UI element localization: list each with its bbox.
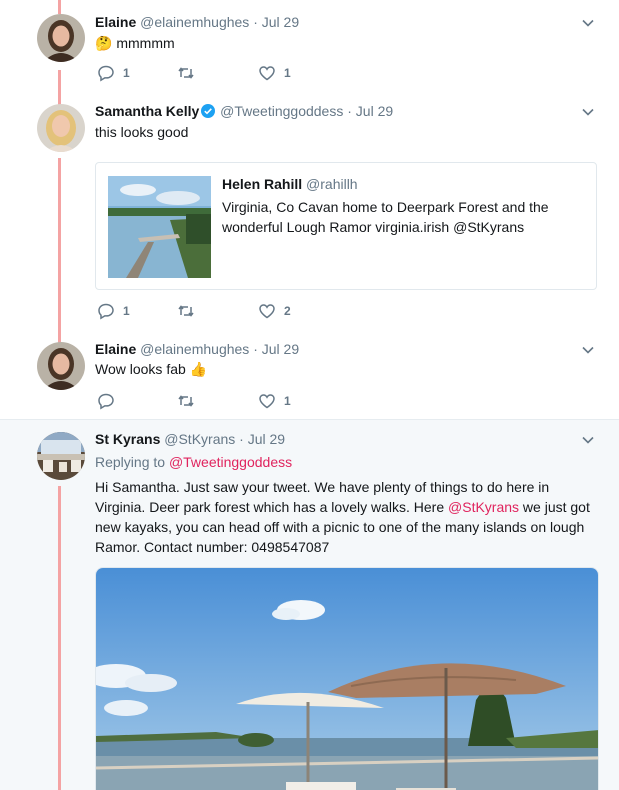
replying-to-handle[interactable]: @Tweetinggoddess — [169, 454, 292, 470]
tweet-text: Hi Samantha. Just saw your tweet. We hav… — [95, 477, 600, 557]
tweet-actions: 1 — [97, 392, 397, 412]
reply-button[interactable]: 1 — [97, 64, 130, 82]
like-count: 1 — [284, 394, 291, 408]
quoted-author: Helen Rahill @rahillh — [222, 176, 358, 192]
replying-to-label: Replying to — [95, 454, 169, 470]
tweet-actions: 1 1 — [97, 64, 397, 84]
like-icon — [259, 394, 275, 409]
tweet-header: St Kyrans @StKyrans · Jul 29 — [95, 430, 285, 448]
tweet-header: Samantha Kelly @Tweetinggoddess · Jul 29 — [95, 102, 393, 120]
reply-icon — [98, 393, 114, 410]
reply-count: 1 — [123, 66, 130, 80]
avatar[interactable] — [37, 342, 85, 390]
thumbs-up-emoji: 👍 — [189, 361, 208, 377]
tweet-header: Elaine @elainemhughes · Jul 29 — [95, 340, 299, 358]
reply-icon — [98, 303, 114, 320]
author-name[interactable]: St Kyrans — [95, 431, 160, 447]
chevron-down-icon[interactable] — [581, 16, 595, 30]
author-handle[interactable]: @StKyrans — [164, 431, 235, 447]
author-name[interactable]: Samantha Kelly — [95, 103, 199, 119]
reply-icon — [98, 65, 114, 82]
mention-link[interactable]: @StKyrans — [448, 499, 519, 515]
separator: · — [347, 103, 352, 119]
avatar[interactable] — [37, 432, 85, 480]
thread-line — [58, 486, 61, 790]
like-button[interactable]: 1 — [258, 64, 291, 82]
thread-line — [58, 70, 61, 105]
retweet-button[interactable] — [177, 64, 203, 82]
tweet-date[interactable]: Jul 29 — [262, 341, 299, 357]
like-count: 2 — [284, 304, 291, 318]
tweet-date[interactable]: Jul 29 — [356, 103, 393, 119]
quoted-tweet-card[interactable]: Helen Rahill @rahillh Virginia, Co Cavan… — [95, 162, 597, 290]
thinking-emoji: 🤔 — [95, 35, 113, 51]
author-name[interactable]: Elaine — [95, 341, 136, 357]
retweet-button[interactable] — [177, 302, 203, 320]
like-icon — [259, 66, 275, 81]
tweet-actions: 1 2 — [97, 302, 397, 322]
avatar[interactable] — [37, 14, 85, 62]
quoted-tweet-text: Virginia, Co Cavan home to Deerpark Fore… — [222, 199, 549, 235]
tweet-date[interactable]: Jul 29 — [248, 431, 285, 447]
reply-count: 1 — [123, 304, 130, 318]
tweet-text: Wow looks fab 👍 — [95, 359, 595, 379]
thread-line — [58, 158, 61, 344]
separator: · — [253, 14, 258, 30]
tweet-text-content: Wow looks fab — [95, 361, 186, 377]
author-handle[interactable]: @elainemhughes — [140, 14, 249, 30]
author-handle[interactable]: @elainemhughes — [140, 341, 249, 357]
reply-button[interactable]: 1 — [97, 302, 130, 320]
replying-to: Replying to @Tweetinggoddess — [95, 454, 292, 470]
separator: · — [239, 431, 244, 447]
quoted-author-handle: @rahillh — [306, 176, 358, 192]
reply-button[interactable] — [97, 392, 123, 410]
chevron-down-icon[interactable] — [581, 105, 595, 119]
verified-badge-icon — [201, 104, 216, 118]
like-button[interactable]: 1 — [258, 392, 291, 410]
author-name[interactable]: Elaine — [95, 14, 136, 30]
chevron-down-icon[interactable] — [581, 433, 595, 447]
like-count: 1 — [284, 66, 291, 80]
tweet-header: Elaine @elainemhughes · Jul 29 — [95, 13, 299, 31]
tweet-photo[interactable] — [95, 567, 599, 790]
retweet-icon — [178, 305, 194, 317]
retweet-icon — [178, 67, 194, 79]
retweet-button[interactable] — [177, 392, 203, 410]
chevron-down-icon[interactable] — [581, 343, 595, 357]
tweet-date[interactable]: Jul 29 — [262, 14, 299, 30]
separator: · — [253, 341, 258, 357]
tweet-text: 🤔 mmmmm — [95, 33, 595, 53]
retweet-icon — [178, 395, 194, 407]
like-icon — [259, 304, 275, 319]
avatar[interactable] — [37, 104, 85, 152]
author-handle[interactable]: @Tweetinggoddess — [220, 103, 343, 119]
quoted-author-name: Helen Rahill — [222, 176, 303, 192]
tweet-text-content: mmmmm — [116, 35, 175, 51]
quoted-tweet-image — [108, 176, 211, 278]
like-button[interactable]: 2 — [258, 302, 291, 320]
tweet-text: this looks good — [95, 124, 189, 140]
thread-line — [58, 0, 61, 14]
